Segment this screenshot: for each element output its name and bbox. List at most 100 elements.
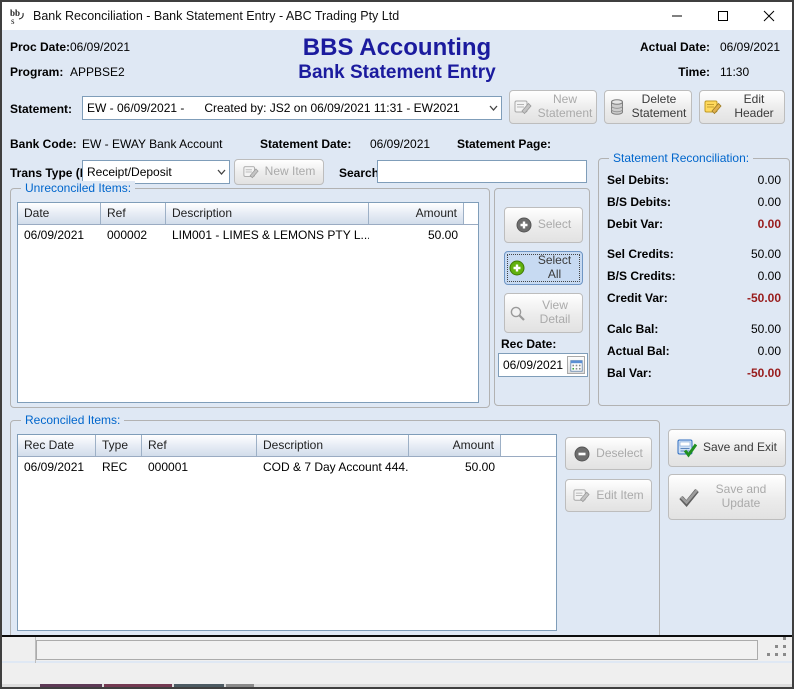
svg-text:s: s <box>11 16 15 25</box>
save-and-exit-button[interactable]: Save and Exit <box>668 429 786 467</box>
deselect-button[interactable]: Deselect <box>565 437 652 470</box>
statement-page-label: Statement Page: <box>457 137 551 151</box>
recon-row-sel-debits: Sel Debits: 0.00 <box>607 173 781 191</box>
recon-row-actual-bal: Actual Bal: 0.00 <box>607 344 781 362</box>
recon-label: Sel Debits: <box>607 173 669 191</box>
new-item-icon <box>243 164 259 180</box>
select-actions-panel: Select Select All View D <box>494 188 590 406</box>
unreconciled-table-header: Date Ref Description Amount <box>18 203 478 225</box>
close-button[interactable] <box>746 2 792 30</box>
app-window: bb s Bank Reconciliation - Bank Statemen… <box>0 0 794 689</box>
table-row[interactable]: 06/09/2021 REC 000001 COD & 7 Day Accoun… <box>18 457 556 477</box>
delete-statement-button[interactable]: Delete Statement <box>604 90 692 124</box>
title-bar: bb s Bank Reconciliation - Bank Statemen… <box>2 2 792 30</box>
new-statement-icon <box>514 98 532 116</box>
trans-type-value: Receipt/Deposit <box>83 165 213 179</box>
reconciled-group-label: Reconciled Items: <box>21 413 124 427</box>
magnifier-icon <box>509 305 526 322</box>
resize-grip[interactable] <box>783 653 786 656</box>
recon-row-debit-var: Debit Var: 0.00 <box>607 217 781 235</box>
bank-code-label: Bank Code: <box>10 137 77 151</box>
cell-description: LIM001 - LIMES & LEMONS PTY L... <box>166 228 369 242</box>
statement-select[interactable]: EW - 06/09/2021 - Created by: JS2 on 06/… <box>82 96 502 120</box>
unreconciled-table[interactable]: Date Ref Description Amount 06/09/2021 0… <box>17 202 479 403</box>
maximize-button[interactable] <box>700 2 746 30</box>
save-update-icon <box>678 487 700 507</box>
save-and-update-label: Save and Update <box>706 483 776 511</box>
edit-header-icon <box>704 98 722 116</box>
recon-value: 0.00 <box>758 344 781 362</box>
minimize-icon <box>671 10 683 22</box>
window-title: Bank Reconciliation - Bank Statement Ent… <box>33 9 399 23</box>
recon-label: Sel Credits: <box>607 247 674 265</box>
taskbar-sliver <box>2 684 792 687</box>
chevron-down-icon <box>213 169 229 175</box>
edit-item-icon <box>573 487 590 504</box>
edit-item-button[interactable]: Edit Item <box>565 479 652 512</box>
reconciled-table[interactable]: Rec Date Type Ref Description Amount 06/… <box>17 434 557 631</box>
delete-statement-label: Delete Statement <box>631 93 687 121</box>
status-bar <box>2 635 792 661</box>
reconciled-group: Reconciled Items: Rec Date Type Ref Desc… <box>10 420 660 643</box>
search-input[interactable] <box>377 160 587 183</box>
recon-row-credit-var: Credit Var: -50.00 <box>607 291 781 309</box>
column-header-description[interactable]: Description <box>166 203 369 224</box>
select-button[interactable]: Select <box>504 207 583 243</box>
chevron-down-icon <box>485 105 501 111</box>
column-header-amount[interactable]: Amount <box>369 203 464 224</box>
actual-date-label: Actual Date: <box>640 40 710 54</box>
app-icon: bb s <box>9 7 27 25</box>
column-header-ref[interactable]: Ref <box>101 203 166 224</box>
statement-date-value: 06/09/2021 <box>370 137 430 151</box>
reconciliation-group-label: Statement Reconciliation: <box>609 151 753 165</box>
recon-row-sel-credits: Sel Credits: 50.00 <box>607 247 781 265</box>
recon-label: Actual Bal: <box>607 344 670 362</box>
taskbar-segment <box>104 684 172 687</box>
recon-value: -50.00 <box>747 366 781 384</box>
recon-value: 0.00 <box>758 217 781 235</box>
taskbar-segment <box>226 684 254 687</box>
table-row[interactable]: 06/09/2021 000002 LIM001 - LIMES & LEMON… <box>18 225 478 245</box>
save-exit-icon <box>677 438 697 458</box>
time-label: Time: <box>640 65 710 79</box>
reconciled-table-header: Rec Date Type Ref Description Amount <box>18 435 556 457</box>
cell-description: COD & 7 Day Account 444... <box>257 460 409 474</box>
recon-label: Debit Var: <box>607 217 663 235</box>
select-label: Select <box>538 218 571 232</box>
recon-row-calc-bal: Calc Bal: 50.00 <box>607 322 781 340</box>
recon-row-bs-debits: B/S Debits: 0.00 <box>607 195 781 213</box>
new-item-button[interactable]: New Item <box>234 159 324 185</box>
recon-label: Calc Bal: <box>607 322 658 340</box>
recon-row-bs-credits: B/S Credits: 0.00 <box>607 269 781 287</box>
plus-circle-icon <box>516 217 532 233</box>
new-statement-button[interactable]: New Statement <box>509 90 597 124</box>
column-header-ref[interactable]: Ref <box>142 435 257 456</box>
recon-label: Credit Var: <box>607 291 668 309</box>
cell-date: 06/09/2021 <box>18 228 101 242</box>
recon-label: B/S Credits: <box>607 269 676 287</box>
cell-ref: 000002 <box>101 228 166 242</box>
recon-row-bal-var: Bal Var: -50.00 <box>607 366 781 384</box>
column-header-description[interactable]: Description <box>257 435 409 456</box>
calendar-picker-button[interactable] <box>567 356 585 374</box>
column-header-amount[interactable]: Amount <box>409 435 501 456</box>
edit-header-button[interactable]: Edit Header <box>699 90 785 124</box>
new-statement-label: New Statement <box>538 93 593 121</box>
select-all-label: Select All <box>531 254 578 282</box>
actual-date-value: 06/09/2021 <box>720 40 780 54</box>
column-header-rec-date[interactable]: Rec Date <box>18 435 96 456</box>
column-header-type[interactable]: Type <box>96 435 142 456</box>
column-header-filler <box>501 435 556 456</box>
column-header-date[interactable]: Date <box>18 203 101 224</box>
minimize-button[interactable] <box>654 2 700 30</box>
save-and-update-button[interactable]: Save and Update <box>668 474 786 520</box>
bank-code-value: EW - EWAY Bank Account <box>82 137 223 151</box>
cell-ref: 000001 <box>142 460 257 474</box>
view-detail-button[interactable]: View Detail <box>504 293 583 333</box>
select-all-button[interactable]: Select All <box>504 251 583 285</box>
column-header-filler <box>464 203 478 224</box>
statement-date-label: Statement Date: <box>260 137 351 151</box>
new-item-label: New Item <box>265 165 316 179</box>
cell-amount: 50.00 <box>369 228 464 242</box>
taskbar-segment <box>40 684 102 687</box>
